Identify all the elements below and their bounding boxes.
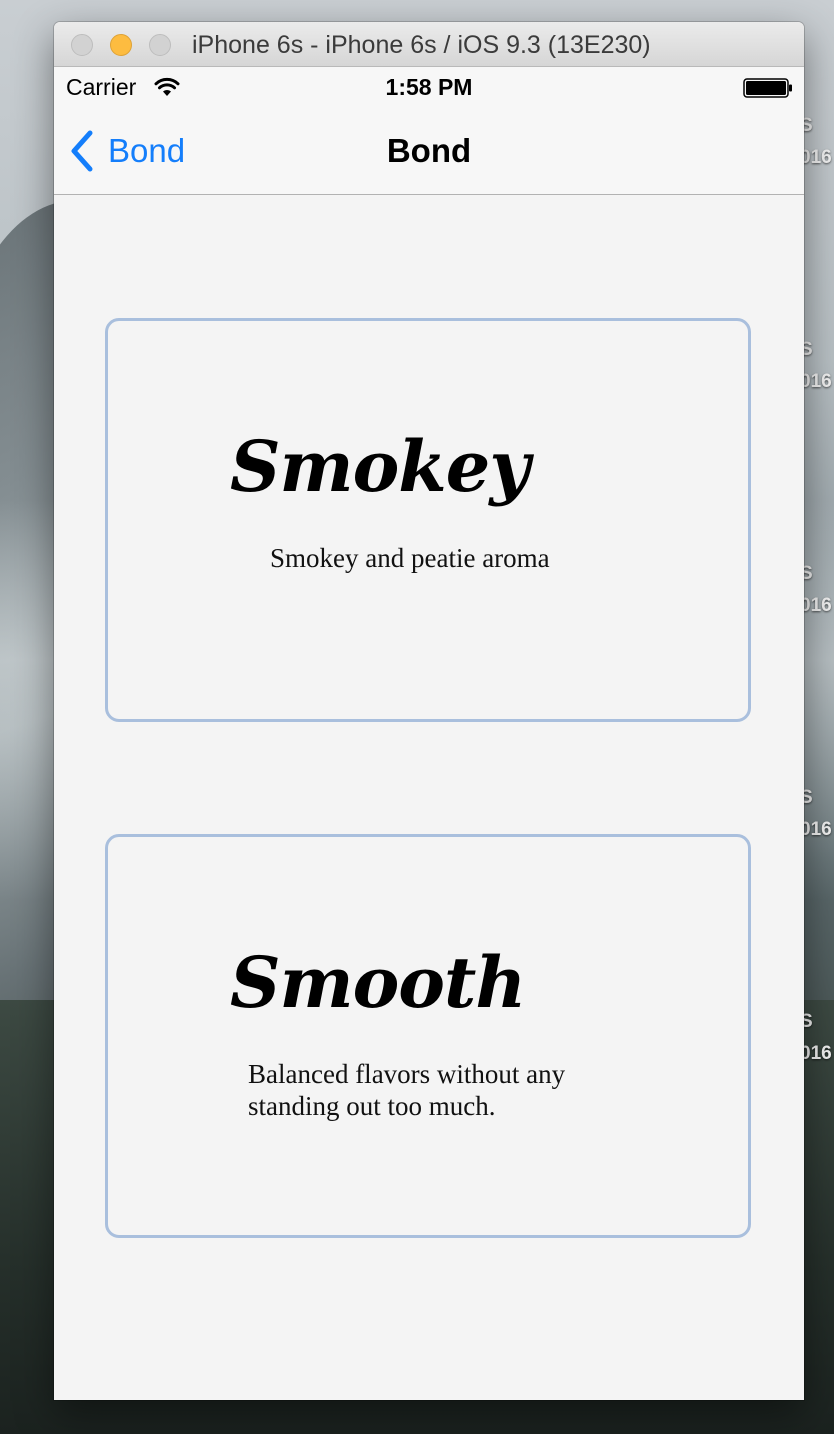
flavor-card-smokey[interactable]: Smokey Smokey and peatie aroma <box>105 318 751 722</box>
card-title: Smokey <box>230 425 530 508</box>
desktop-icon-label[interactable]: 016 <box>800 1042 832 1066</box>
desktop-icon-label[interactable]: 016 <box>800 146 832 170</box>
nav-title: Bond <box>386 132 472 169</box>
desktop-icon-label[interactable]: 016 <box>800 370 832 394</box>
minimize-button[interactable] <box>110 34 132 56</box>
close-button[interactable] <box>71 34 93 56</box>
main-content: Smokey Smokey and peatie aroma Smooth Ba… <box>54 195 804 1400</box>
window-titlebar[interactable]: iPhone 6s - iPhone 6s / iOS 9.3 (13E230) <box>54 22 804 67</box>
desktop-icon-label[interactable]: 016 <box>800 594 832 618</box>
battery-icon <box>743 78 792 98</box>
card-description: Balanced flavors without any standing ou… <box>248 1059 566 1121</box>
zoom-button[interactable] <box>149 34 171 56</box>
status-bar: Carrier 1:58 PM <box>54 67 804 107</box>
desktop-icon-label[interactable]: 016 <box>800 818 832 842</box>
card-description: Smokey and peatie aroma <box>270 543 550 573</box>
flavor-card-smooth[interactable]: Smooth Balanced flavors without any stan… <box>105 834 751 1238</box>
card-title: Smooth <box>230 941 526 1024</box>
window-title: iPhone 6s - iPhone 6s / iOS 9.3 (13E230) <box>192 31 651 59</box>
status-time: 1:58 PM <box>385 74 473 100</box>
navigation-bar: Bond Bond <box>54 107 804 195</box>
simulator-window: iPhone 6s - iPhone 6s / iOS 9.3 (13E230)… <box>54 22 804 1400</box>
